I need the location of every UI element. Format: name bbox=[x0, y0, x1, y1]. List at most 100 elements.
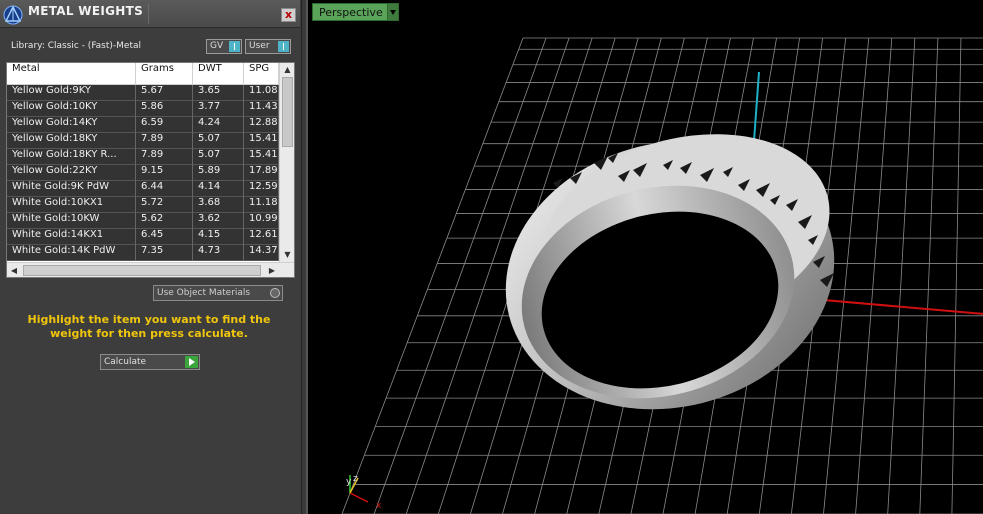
cell-dwt: 3.65 bbox=[193, 85, 244, 101]
column-header-spg[interactable]: SPG bbox=[244, 63, 279, 85]
cell-dwt: 4.24 bbox=[193, 117, 244, 133]
table-body: Yellow Gold:9KY 5.67 3.65 11.08 Yellow Gold:… bbox=[7, 85, 279, 261]
cell-dwt: 5.89 bbox=[193, 165, 244, 181]
cell-metal: White Gold:10KX1 bbox=[7, 197, 136, 213]
cell-grams: 5.62 bbox=[136, 213, 193, 229]
cell-metal: Yellow Gold:18KY bbox=[7, 133, 136, 149]
cell-spg: 12.59 bbox=[244, 181, 279, 197]
panel-titlebar[interactable]: METAL WEIGHTS x bbox=[0, 0, 300, 28]
calculate-button[interactable]: Calculate bbox=[100, 354, 200, 370]
cell-metal: Yellow Gold:10KY bbox=[7, 101, 136, 117]
table-row[interactable]: White Gold:10KX1 5.72 3.68 11.18 bbox=[7, 197, 279, 213]
view-selector[interactable]: Perspective bbox=[312, 3, 399, 21]
panel-title: METAL WEIGHTS bbox=[28, 4, 144, 18]
grid-line bbox=[919, 37, 939, 514]
gv-toggle[interactable]: GV bbox=[206, 39, 242, 54]
title-divider bbox=[148, 4, 149, 24]
grid-line bbox=[855, 37, 893, 514]
cell-metal: Yellow Gold:22KY bbox=[7, 165, 136, 181]
view-name-label: Perspective bbox=[319, 6, 383, 19]
scroll-right-icon[interactable]: ▶ bbox=[265, 263, 279, 277]
cell-spg: 10.99 bbox=[244, 213, 279, 229]
cell-metal: White Gold:14KX1 bbox=[7, 229, 136, 245]
cell-grams: 9.15 bbox=[136, 165, 193, 181]
app-logo-icon bbox=[3, 5, 23, 25]
cell-dwt: 5.07 bbox=[193, 149, 244, 165]
gizmo-x-axis bbox=[349, 492, 369, 503]
cell-metal: Yellow Gold:18KY R... bbox=[7, 149, 136, 165]
column-header-grams[interactable]: Grams bbox=[136, 63, 193, 85]
cell-spg: 15.41 bbox=[244, 133, 279, 149]
table-row[interactable]: Yellow Gold:9KY 5.67 3.65 11.08 bbox=[7, 85, 279, 101]
cell-spg: 14.37 bbox=[244, 245, 279, 261]
grid-line bbox=[341, 37, 524, 514]
table-row[interactable]: White Gold:14KX1 6.45 4.15 12.61 bbox=[7, 229, 279, 245]
grid-line bbox=[887, 37, 916, 514]
cell-dwt: 5.07 bbox=[193, 133, 244, 149]
cell-grams: 7.89 bbox=[136, 149, 193, 165]
user-toggle[interactable]: User bbox=[245, 39, 291, 54]
use-object-materials-toggle[interactable]: Use Object Materials bbox=[153, 285, 283, 301]
cell-metal: Yellow Gold:9KY bbox=[7, 85, 136, 101]
library-label: Library: Classic - (Fast)-Metal bbox=[11, 41, 142, 51]
cell-dwt: 4.15 bbox=[193, 229, 244, 245]
gizmo-z-label: z bbox=[353, 474, 358, 484]
play-arrow-icon bbox=[185, 356, 198, 368]
table-row[interactable]: White Gold:9K PdW 6.44 4.14 12.59 bbox=[7, 181, 279, 197]
cell-spg: 11.43 bbox=[244, 101, 279, 117]
table-row[interactable]: White Gold:14K PdW 7.35 4.73 14.37 bbox=[7, 245, 279, 261]
cell-spg: 15.41 bbox=[244, 149, 279, 165]
close-button[interactable]: x bbox=[281, 8, 296, 22]
cell-metal: White Gold:9K PdW bbox=[7, 181, 136, 197]
instruction-text: Highlight the item you want to find the … bbox=[27, 313, 271, 340]
use-object-materials-label: Use Object Materials bbox=[157, 288, 251, 298]
cell-grams: 5.72 bbox=[136, 197, 193, 213]
scroll-left-icon[interactable]: ◀ bbox=[7, 263, 21, 277]
cell-spg: 11.08 bbox=[244, 85, 279, 101]
cell-metal: Yellow Gold:14KY bbox=[7, 117, 136, 133]
cell-dwt: 4.14 bbox=[193, 181, 244, 197]
cell-dwt: 3.62 bbox=[193, 213, 244, 229]
table-row[interactable]: Yellow Gold:18KY R... 7.89 5.07 15.41 bbox=[7, 149, 279, 165]
horizontal-scrollbar[interactable]: ◀ ▶ bbox=[7, 262, 294, 277]
radio-icon bbox=[270, 288, 280, 298]
cell-dwt: 3.68 bbox=[193, 197, 244, 213]
gizmo-y-label: y bbox=[346, 477, 352, 487]
table-row[interactable]: Yellow Gold:14KY 6.59 4.24 12.88 bbox=[7, 117, 279, 133]
column-header-dwt[interactable]: DWT bbox=[193, 63, 244, 85]
viewport-scene[interactable]: y z x bbox=[308, 0, 983, 514]
scroll-thumb-horizontal[interactable] bbox=[23, 265, 261, 276]
cell-spg: 12.61 bbox=[244, 229, 279, 245]
cell-grams: 7.89 bbox=[136, 133, 193, 149]
grid-line bbox=[951, 37, 962, 514]
cell-grams: 5.67 bbox=[136, 85, 193, 101]
cell-metal: White Gold:14K PdW bbox=[7, 245, 136, 261]
table-header: Metal Grams DWT SPG bbox=[7, 63, 279, 85]
calculate-label: Calculate bbox=[104, 357, 147, 367]
metal-table: Metal Grams DWT SPG Yellow Gold:9KY 5.67 3… bbox=[6, 62, 295, 278]
table-row[interactable]: Yellow Gold:22KY 9.15 5.89 17.89 bbox=[7, 165, 279, 181]
metal-weights-panel: METAL WEIGHTS x Library: Classic - (Fast… bbox=[0, 0, 302, 514]
cell-grams: 6.45 bbox=[136, 229, 193, 245]
scroll-thumb[interactable] bbox=[282, 77, 293, 147]
cell-dwt: 3.77 bbox=[193, 101, 244, 117]
scroll-down-icon[interactable]: ▼ bbox=[280, 248, 294, 262]
table-row[interactable]: Yellow Gold:18KY 7.89 5.07 15.41 bbox=[7, 133, 279, 149]
column-header-metal[interactable]: Metal bbox=[7, 63, 136, 85]
cell-grams: 7.35 bbox=[136, 245, 193, 261]
gv-toggle-label: GV bbox=[210, 41, 224, 51]
cell-grams: 6.44 bbox=[136, 181, 193, 197]
perspective-viewport[interactable]: yz x Perspective bbox=[306, 0, 983, 514]
dropdown-arrow-icon[interactable] bbox=[387, 4, 398, 20]
table-row[interactable]: Yellow Gold:10KY 5.86 3.77 11.43 bbox=[7, 101, 279, 117]
cell-spg: 12.88 bbox=[244, 117, 279, 133]
table-row[interactable]: White Gold:10KW 5.62 3.62 10.99 bbox=[7, 213, 279, 229]
gizmo-x-label: x bbox=[376, 501, 382, 511]
vertical-scrollbar[interactable]: ▲ ▼ bbox=[279, 63, 294, 262]
cell-dwt: 4.73 bbox=[193, 245, 244, 261]
user-toggle-label: User bbox=[249, 41, 270, 51]
app-root: METAL WEIGHTS x Library: Classic - (Fast… bbox=[0, 0, 983, 514]
cell-grams: 5.86 bbox=[136, 101, 193, 117]
scroll-up-icon[interactable]: ▲ bbox=[280, 63, 294, 77]
cell-metal: White Gold:10KW bbox=[7, 213, 136, 229]
